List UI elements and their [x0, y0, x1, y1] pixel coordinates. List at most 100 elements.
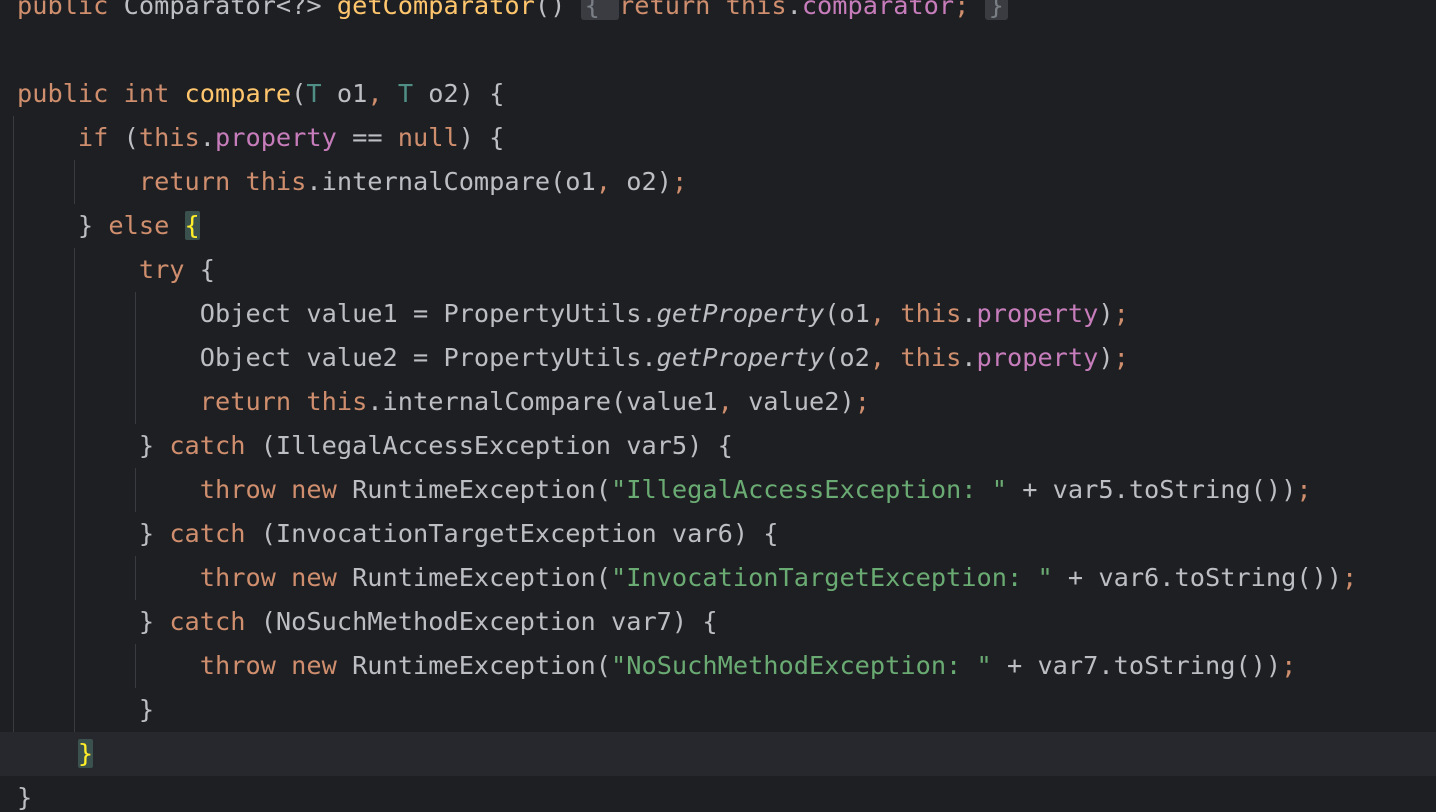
code-token: ,	[595, 167, 627, 196]
code-token: public	[17, 0, 124, 20]
code-line[interactable]: return this.internalCompare(value1, valu…	[17, 380, 1436, 424]
code-token: (	[123, 123, 139, 152]
code-line[interactable]: throw new RuntimeException("NoSuchMethod…	[17, 644, 1436, 688]
code-token: .	[961, 299, 977, 328]
code-token: (o1	[824, 299, 870, 328]
code-token: ,	[869, 299, 901, 328]
code-token: (InvocationTargetException var6) {	[260, 519, 779, 548]
code-token: (	[291, 79, 307, 108]
code-line[interactable]: Object value1 = PropertyUtils.getPropert…	[17, 292, 1436, 336]
code-token: ;	[1113, 343, 1129, 372]
code-token: ;	[1342, 563, 1358, 592]
code-token: throw	[199, 475, 292, 504]
code-token: .internalCompare(o1	[306, 167, 596, 196]
code-token: ;	[854, 387, 870, 416]
code-editor[interactable]: public Comparator<?> getComparator() { r…	[0, 0, 1436, 812]
code-token: T	[306, 79, 322, 108]
code-line[interactable]: Object value2 = PropertyUtils.getPropert…	[17, 336, 1436, 380]
code-token: )	[1098, 299, 1114, 328]
code-token: catch	[169, 431, 261, 460]
code-token: getProperty	[656, 299, 825, 328]
code-token: {	[199, 255, 215, 284]
code-line[interactable]: } catch (IllegalAccessException var5) {	[17, 424, 1436, 468]
code-token: ==	[336, 123, 398, 152]
code-token: public	[17, 79, 124, 108]
code-line[interactable]: } catch (InvocationTargetException var6)…	[17, 512, 1436, 556]
code-line[interactable]: if (this.property == null) {	[17, 116, 1436, 160]
code-token: return	[138, 167, 246, 196]
code-token: getProperty	[656, 343, 825, 372]
code-line[interactable]: } else {	[17, 204, 1436, 248]
code-token: RuntimeException(	[352, 563, 611, 592]
code-token: .	[199, 123, 216, 152]
code-token: ;	[954, 0, 985, 20]
code-token: Comparator<?>	[123, 0, 337, 20]
code-token: comparator	[801, 0, 955, 20]
code-token: property	[976, 299, 1099, 328]
code-token: (NoSuchMethodException var7) {	[260, 607, 718, 636]
matched-brace: {	[184, 211, 200, 240]
code-token: + var7.toString())	[991, 651, 1282, 680]
code-token: int	[123, 79, 185, 108]
code-token: new	[291, 475, 353, 504]
code-area[interactable]: public Comparator<?> getComparator() { r…	[0, 0, 1436, 812]
code-line[interactable]: }	[17, 776, 1436, 812]
code-token: )	[1098, 343, 1114, 372]
code-token: value2)	[748, 387, 855, 416]
code-token: o2) {	[413, 79, 505, 108]
code-token: new	[291, 563, 353, 592]
code-line[interactable]: throw new RuntimeException("IllegalAcces…	[17, 468, 1436, 512]
code-line[interactable]: } catch (NoSuchMethodException var7) {	[17, 600, 1436, 644]
code-token: "IllegalAccessException: "	[611, 475, 1007, 504]
code-token: else	[108, 211, 185, 240]
code-token: ;	[1296, 475, 1312, 504]
code-token: ;	[1113, 299, 1129, 328]
code-line[interactable]: try {	[17, 248, 1436, 292]
code-line[interactable]: public Comparator<?> getComparator() { r…	[17, 0, 1436, 28]
code-token: o1	[321, 79, 368, 108]
code-token: this	[138, 123, 200, 152]
code-token: new	[291, 651, 353, 680]
code-line[interactable]: public int compare(T o1, T o2) {	[17, 72, 1436, 116]
code-token: (o2	[824, 343, 870, 372]
code-token: .	[786, 0, 802, 20]
code-token: }	[138, 607, 170, 636]
code-token: this	[900, 343, 962, 372]
code-token: ) {	[458, 123, 505, 152]
code-token: (IllegalAccessException var5) {	[260, 431, 733, 460]
code-line[interactable]	[17, 28, 1436, 72]
code-token: o2)	[626, 167, 672, 196]
code-token: Object value2 = PropertyUtils.	[199, 343, 657, 372]
code-line[interactable]: }	[17, 688, 1436, 732]
indent-guide	[13, 116, 14, 776]
folded-region[interactable]: {	[580, 0, 620, 20]
code-token: }	[138, 431, 170, 460]
code-token: property	[976, 343, 1099, 372]
code-token: return	[619, 0, 726, 20]
code-token: "InvocationTargetException: "	[611, 563, 1053, 592]
code-token: getComparator	[336, 0, 535, 20]
code-token: RuntimeException(	[352, 651, 611, 680]
code-line[interactable]: throw new RuntimeException("InvocationTa…	[17, 556, 1436, 600]
code-token: catch	[169, 607, 261, 636]
folded-region[interactable]: }	[984, 0, 1008, 20]
code-token: }	[77, 211, 109, 240]
code-token: null	[397, 123, 459, 152]
code-token: .	[961, 343, 977, 372]
code-token: throw	[199, 651, 292, 680]
code-line[interactable]: }	[0, 732, 1436, 776]
code-token: }	[138, 519, 170, 548]
code-token: .internalCompare(value1	[367, 387, 718, 416]
code-token: compare	[184, 79, 292, 108]
code-line[interactable]: return this.internalCompare(o1, o2);	[17, 160, 1436, 204]
